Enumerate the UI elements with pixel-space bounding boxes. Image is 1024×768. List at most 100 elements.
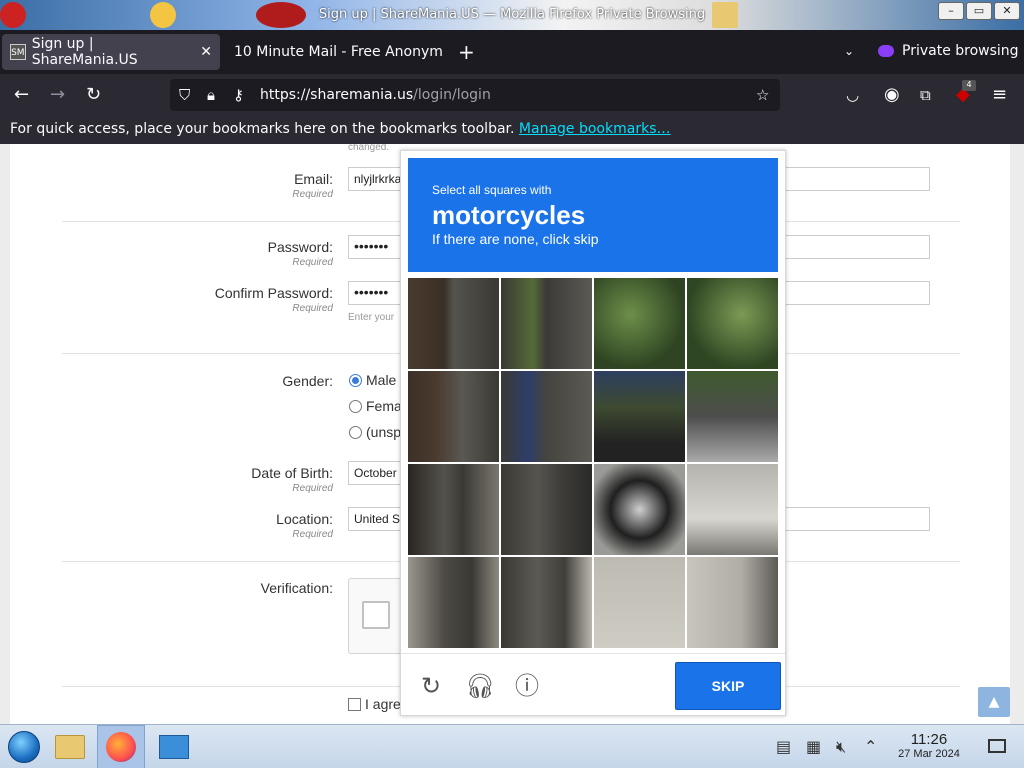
- url-bar[interactable]: ⛉ 🔒︎ ⚷ https://sharemania.us/login/login…: [170, 79, 780, 111]
- captcha-tile[interactable]: [501, 278, 592, 369]
- bookmarks-hint-text: For quick access, place your bookmarks h…: [10, 121, 515, 137]
- close-window-button[interactable]: ✕: [994, 2, 1020, 20]
- captcha-tile[interactable]: [408, 464, 499, 555]
- captcha-tile[interactable]: [687, 557, 778, 648]
- tracking-protection-shield-icon[interactable]: ⛉: [179, 86, 190, 104]
- firefox-taskbar-item[interactable]: [97, 725, 145, 768]
- captcha-tile[interactable]: [687, 278, 778, 369]
- radio-icon[interactable]: [349, 399, 362, 413]
- tab-10-minute-mail[interactable]: 10 Minute Mail - Free Anonym: [234, 34, 444, 70]
- clock-date: 27 Mar 2024: [898, 748, 960, 760]
- pocket-icon[interactable]: ◡: [846, 85, 859, 105]
- captcha-tile[interactable]: [501, 464, 592, 555]
- new-tab-button[interactable]: +: [458, 42, 475, 62]
- folder-icon: [55, 735, 85, 759]
- captcha-prompt-object: motorcycles: [432, 200, 586, 230]
- forward-icon[interactable]: →: [50, 85, 65, 105]
- reload-icon[interactable]: ↻: [86, 85, 101, 105]
- tab-sharemania[interactable]: SM Sign up | ShareMania.US ✕: [2, 34, 220, 70]
- start-button[interactable]: [0, 725, 48, 768]
- captcha-footer: ↻ 🎧︎ ⓘ SKIP: [401, 653, 785, 715]
- account-icon[interactable]: ◉: [884, 85, 900, 105]
- gender-label: Gender:: [282, 373, 333, 389]
- menu-hamburger-icon[interactable]: ≡: [992, 85, 1007, 105]
- minimize-button[interactable]: –: [938, 2, 964, 20]
- radio-icon[interactable]: [349, 425, 362, 439]
- firefox-icon: [106, 732, 136, 762]
- captcha-tile[interactable]: [408, 557, 499, 648]
- agree-label: I agre: [365, 696, 401, 712]
- gender-option-unspecified[interactable]: (unsp: [349, 424, 401, 440]
- email-label: Email:: [294, 171, 333, 187]
- extensions-icon[interactable]: ⧉: [920, 85, 931, 105]
- captcha-image-grid: [408, 278, 778, 648]
- captcha-checkbox[interactable]: [362, 601, 390, 629]
- confirm-password-required: Required: [292, 303, 333, 314]
- gender-option-female[interactable]: Fema: [349, 398, 402, 414]
- bookmarks-toolbar: For quick access, place your bookmarks h…: [0, 116, 1024, 144]
- captcha-tile[interactable]: [594, 371, 685, 462]
- captcha-tile[interactable]: [408, 278, 499, 369]
- os-taskbar: ▤ ▦ 🔇︎ ⌃ 11:26 27 Mar 2024: [0, 724, 1024, 768]
- private-mask-icon: [878, 45, 894, 57]
- captcha-prompt-sub: If there are none, click skip: [432, 231, 599, 247]
- dob-required: Required: [292, 483, 333, 494]
- clock-time: 11:26: [910, 731, 948, 748]
- info-icon[interactable]: ⓘ: [513, 672, 541, 700]
- top-hint-text: changed.: [348, 144, 390, 153]
- sharemania-favicon-icon: SM: [10, 44, 26, 60]
- verification-label: Verification:: [260, 580, 333, 596]
- radio-selected-icon[interactable]: [349, 373, 362, 387]
- start-orb-icon: [8, 731, 40, 763]
- show-desktop-icon[interactable]: [988, 739, 1006, 753]
- radio-label: Male: [366, 372, 397, 388]
- taskbar-clock[interactable]: 11:26 27 Mar 2024: [886, 731, 972, 760]
- list-all-tabs-icon[interactable]: ⌄: [844, 44, 854, 58]
- private-browsing-label: Private browsing: [902, 43, 1019, 59]
- captcha-tile[interactable]: [501, 557, 592, 648]
- password-label: Password:: [267, 239, 333, 255]
- clipboard-icon[interactable]: ▦: [806, 737, 821, 756]
- captcha-challenge-dialog: Select all squares with motorcycles If t…: [400, 150, 786, 716]
- maximize-button[interactable]: ▭: [966, 2, 992, 20]
- audio-challenge-icon[interactable]: 🎧︎: [465, 672, 495, 700]
- location-label: Location:: [276, 511, 333, 527]
- captcha-tile[interactable]: [594, 278, 685, 369]
- network-icon[interactable]: ▤: [776, 737, 791, 756]
- scroll-to-top-button[interactable]: ▲: [978, 687, 1010, 717]
- captcha-prompt-header: Select all squares with motorcycles If t…: [408, 158, 778, 272]
- captcha-tile[interactable]: [408, 371, 499, 462]
- dob-label: Date of Birth:: [251, 465, 333, 481]
- tab-strip: SM Sign up | ShareMania.US ✕ 10 Minute M…: [0, 30, 1024, 74]
- captcha-tile[interactable]: [594, 557, 685, 648]
- captcha-tile[interactable]: [687, 464, 778, 555]
- gender-option-male[interactable]: Male: [349, 372, 396, 388]
- file-manager-taskbar-item[interactable]: [46, 725, 94, 768]
- close-tab-icon[interactable]: ✕: [200, 44, 212, 60]
- url-text[interactable]: https://sharemania.us/login/login: [260, 87, 491, 103]
- extension-badge: 4: [962, 80, 976, 91]
- agree-terms[interactable]: I agre: [348, 696, 401, 712]
- window-title: Sign up | ShareMania.US — Mozilla Firefo…: [318, 7, 706, 22]
- skip-button[interactable]: SKIP: [675, 662, 781, 710]
- email-required: Required: [292, 189, 333, 200]
- confirm-password-label: Confirm Password:: [214, 285, 333, 301]
- key-icon[interactable]: ⚷: [233, 86, 244, 104]
- captcha-tile[interactable]: [687, 371, 778, 462]
- back-icon[interactable]: ←: [14, 85, 29, 105]
- manage-bookmarks-link[interactable]: Manage bookmarks…: [519, 121, 671, 137]
- location-required: Required: [292, 529, 333, 540]
- radio-label: Fema: [366, 398, 402, 414]
- lock-icon[interactable]: 🔒︎: [207, 86, 215, 104]
- captcha-tile[interactable]: [594, 464, 685, 555]
- captcha-tile[interactable]: [501, 371, 592, 462]
- tab-label: Sign up | ShareMania.US: [31, 36, 138, 68]
- navigation-toolbar: ← → ↻ ⛉ 🔒︎ ⚷ https://sharemania.us/login…: [0, 74, 1024, 116]
- reload-challenge-icon[interactable]: ↻: [417, 672, 445, 700]
- control-panel-taskbar-item[interactable]: [150, 725, 198, 768]
- agree-checkbox[interactable]: [348, 697, 361, 711]
- bookmark-star-icon[interactable]: ☆: [756, 86, 769, 104]
- volume-muted-icon[interactable]: 🔇︎: [836, 737, 846, 757]
- show-hidden-icons-chevron-icon[interactable]: ⌃: [864, 737, 877, 756]
- captcha-prompt-small: Select all squares with: [432, 183, 552, 197]
